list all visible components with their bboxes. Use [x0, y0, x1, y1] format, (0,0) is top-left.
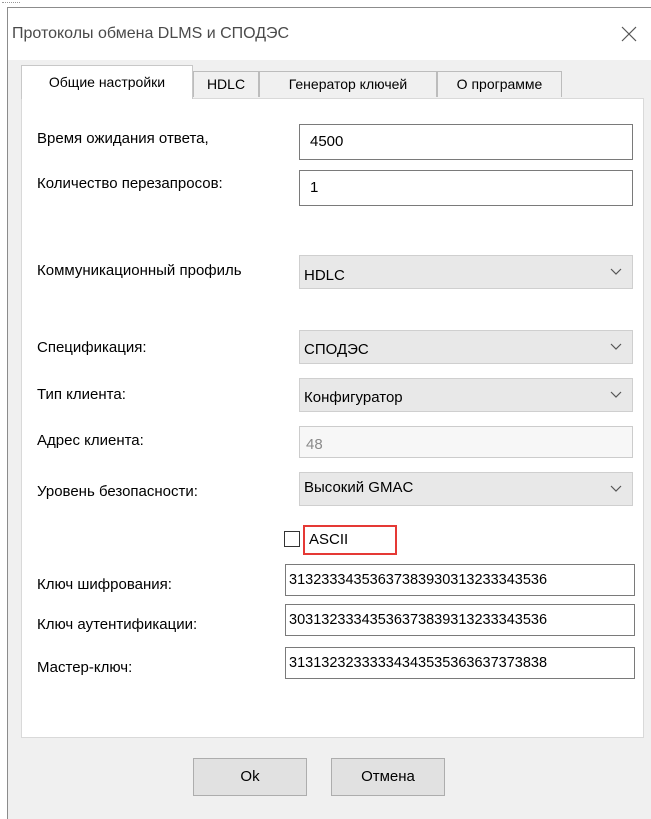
corner-mark	[2, 2, 20, 7]
chevron-down-icon	[610, 343, 622, 350]
auth-key-input[interactable]: 30313233343536373839313233343536	[285, 604, 635, 636]
title-bar[interactable]: Протоколы обмена DLMS и СПОДЭС	[8, 8, 651, 60]
response-timeout-input[interactable]: 4500	[299, 124, 633, 160]
client-type-value: Конфигуратор	[304, 389, 403, 406]
security-level-label: Уровень безопасности:	[37, 483, 198, 500]
client-address-label: Адрес клиента:	[37, 432, 144, 449]
cancel-button[interactable]: Отмена	[331, 758, 445, 796]
specification-label: Спецификация:	[37, 339, 147, 356]
client-type-select[interactable]: Конфигуратор	[299, 378, 633, 412]
auth-key-label: Ключ аутентификации:	[37, 616, 198, 633]
comm-profile-label: Коммуникационный профиль	[37, 262, 242, 279]
response-timeout-label: Время ожидания ответа,	[37, 130, 209, 147]
master-key-label: Мастер-ключ:	[37, 659, 133, 676]
chevron-down-icon	[610, 485, 622, 492]
retries-input[interactable]: 1	[299, 170, 633, 206]
chevron-down-icon	[610, 391, 622, 398]
settings-panel: Время ожидания ответа, 4500 Количество п…	[21, 98, 644, 738]
tab-general-settings[interactable]: Общие настройки	[21, 65, 193, 99]
specification-value: СПОДЭС	[304, 341, 369, 358]
specification-select[interactable]: СПОДЭС	[299, 330, 633, 364]
tab-hdlc[interactable]: HDLC	[193, 71, 259, 97]
ascii-label: ASCII	[303, 525, 397, 555]
client-type-label: Тип клиента:	[37, 386, 126, 403]
tab-key-generator[interactable]: Генератор ключей	[259, 71, 437, 97]
client-address-input: 48	[299, 426, 633, 458]
ascii-checkbox[interactable]	[284, 531, 300, 547]
comm-profile-value: HDLC	[304, 267, 345, 284]
ok-button[interactable]: Ok	[193, 758, 307, 796]
security-level-select[interactable]: Высокий GMAC	[299, 472, 633, 506]
tab-about[interactable]: О программе	[437, 71, 562, 97]
close-icon	[621, 26, 637, 42]
window-title: Протоколы обмена DLMS и СПОДЭС	[12, 25, 290, 42]
security-level-value: Высокий GMAC	[304, 479, 414, 496]
master-key-input[interactable]: 31313232333334343535363637373838	[285, 647, 635, 679]
chevron-down-icon	[610, 268, 622, 275]
encryption-key-label: Ключ шифрования:	[37, 576, 172, 593]
comm-profile-select[interactable]: HDLC	[299, 255, 633, 289]
close-button[interactable]	[607, 8, 651, 60]
retries-label: Количество перезапросов:	[37, 175, 223, 192]
encryption-key-input[interactable]: 31323334353637383930313233343536	[285, 564, 635, 596]
